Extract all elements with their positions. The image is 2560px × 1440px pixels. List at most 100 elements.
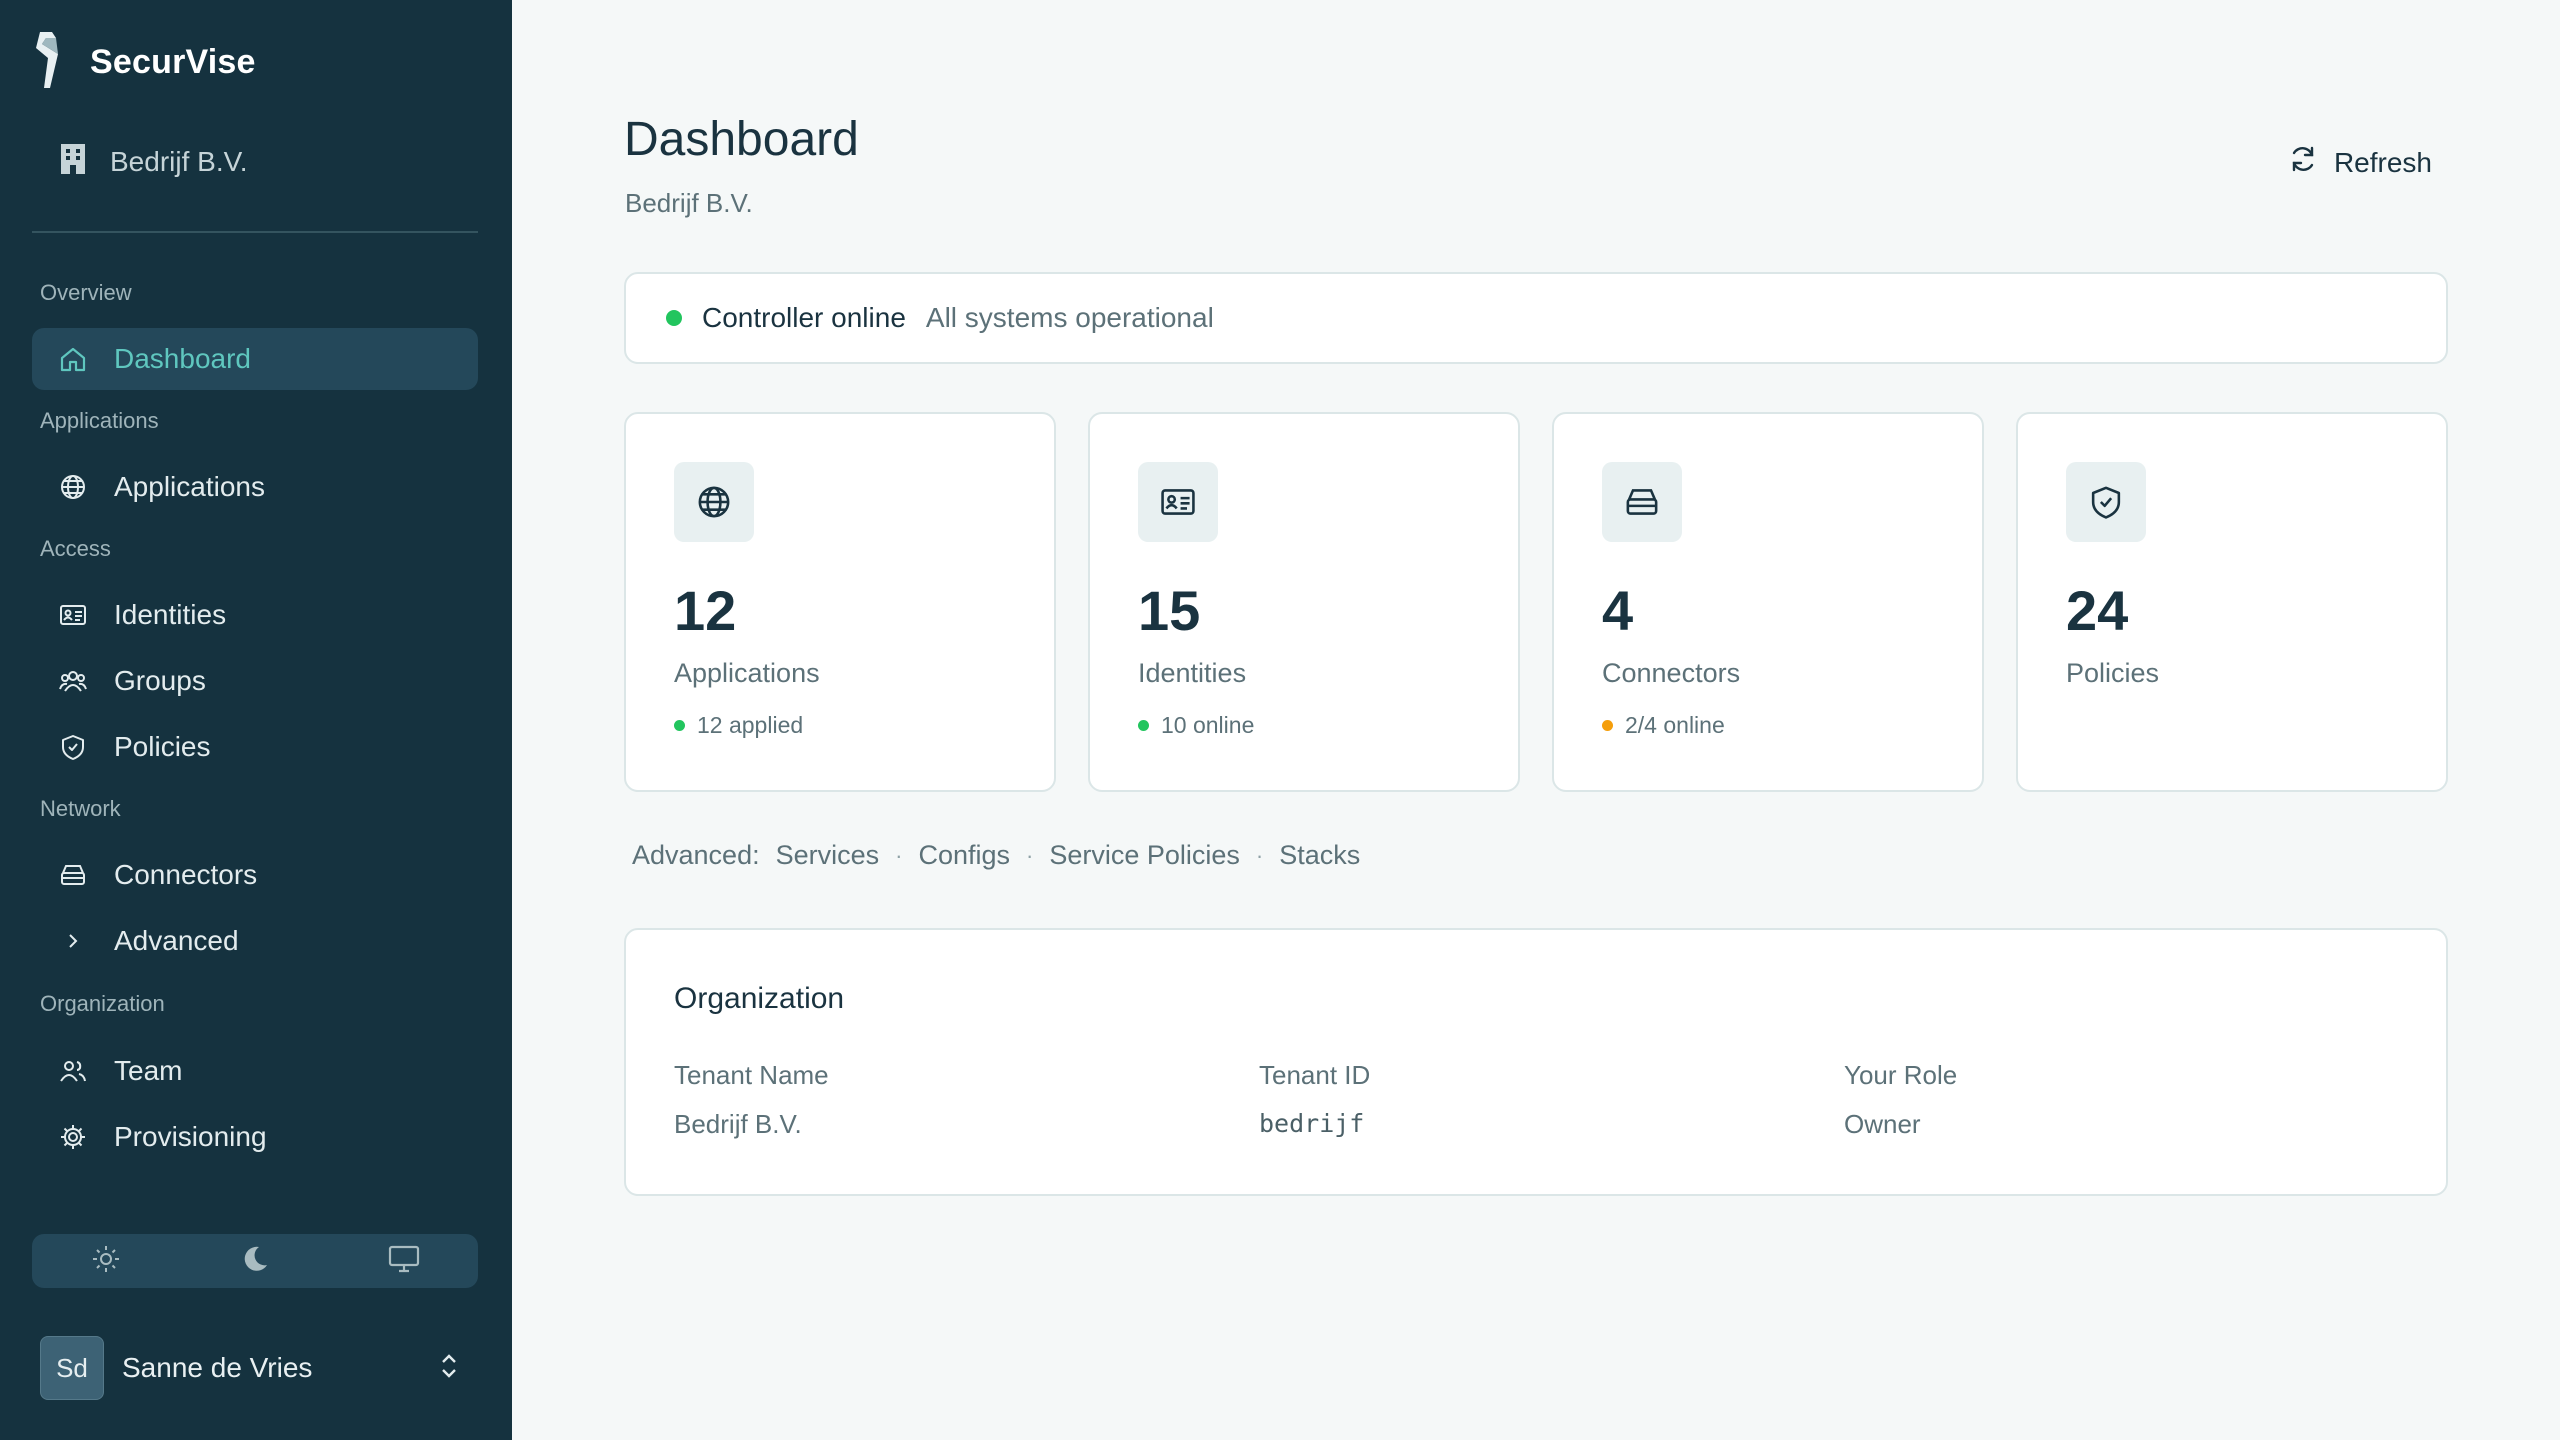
globe-icon (674, 462, 754, 542)
sidebar-item-team[interactable]: Team (32, 1040, 478, 1102)
server-icon (1602, 462, 1682, 542)
separator-dot: · (895, 842, 903, 868)
status-dot (1602, 720, 1613, 731)
globe-icon (58, 472, 88, 502)
brand[interactable]: SecurVise (32, 30, 256, 94)
logo-icon (32, 28, 66, 97)
nav-section-overview: Overview (40, 280, 132, 305)
shield-check-icon (2066, 462, 2146, 542)
stat-value: 24 (2066, 579, 2129, 642)
status-main: Controller online (702, 302, 906, 333)
sidebar-item-label: Groups (114, 665, 206, 696)
nav-section-access: Access (40, 536, 111, 561)
gear-icon (58, 1122, 88, 1152)
stat-card-connectors[interactable]: 4 Connectors 2/4 online (1552, 412, 1984, 792)
server-icon (58, 860, 88, 890)
stat-card-identities[interactable]: 15 Identities 10 online (1088, 412, 1520, 792)
sidebar-item-label: Team (114, 1055, 183, 1086)
stat-value: 12 (674, 579, 737, 642)
sidebar-item-label: Advanced (114, 925, 239, 956)
sidebar: SecurVise Bedrijf B.V. Overview Dashboar… (0, 0, 512, 1440)
organization-card: Organization Tenant Name Bedrijf B.V. Te… (624, 928, 2448, 1196)
building-icon (58, 142, 88, 181)
brand-name: SecurVise (90, 42, 256, 81)
sidebar-item-label: Provisioning (114, 1121, 267, 1152)
org-field-key: Tenant ID (1259, 1060, 1371, 1090)
theme-light-button[interactable] (32, 1234, 181, 1288)
org-field-your-role: Your Role Owner (1844, 1060, 1957, 1140)
sidebar-item-provisioning[interactable]: Provisioning (32, 1106, 478, 1168)
sidebar-item-connectors[interactable]: Connectors (32, 844, 478, 906)
advanced-label: Advanced: (632, 840, 760, 870)
sidebar-divider (32, 231, 478, 233)
org-field-tenant-name: Tenant Name Bedrijf B.V. (674, 1060, 829, 1140)
chevron-right-icon (58, 926, 88, 956)
theme-system-button[interactable] (329, 1234, 478, 1288)
advanced-link-service-policies[interactable]: Service Policies (1049, 840, 1240, 871)
page-title: Dashboard (624, 113, 859, 166)
stats-cards: 12 Applications 12 applied 15 Identities… (624, 412, 2448, 792)
org-field-tenant-id: Tenant ID bedrijf (1259, 1060, 1370, 1138)
page-subtitle: Bedrijf B.V. (625, 188, 753, 218)
stat-label: Applications (674, 658, 820, 688)
stat-meta-text: 2/4 online (1625, 712, 1725, 738)
stat-meta-text: 12 applied (697, 712, 804, 738)
shield-check-icon (58, 732, 88, 762)
theme-switcher (32, 1234, 478, 1288)
sidebar-item-label: Identities (114, 599, 227, 630)
users-icon (58, 666, 88, 696)
stat-card-applications[interactable]: 12 Applications 12 applied (624, 412, 1056, 792)
organization-title: Organization (674, 982, 845, 1015)
main-content: Dashboard Bedrijf B.V. Refresh Controlle… (512, 0, 2560, 1440)
sidebar-item-groups[interactable]: Groups (32, 650, 478, 712)
refresh-icon (2288, 144, 2318, 181)
org-field-value: bedrijf (1259, 1109, 1365, 1138)
stat-label: Connectors (1602, 658, 1741, 688)
tenant-name: Bedrijf B.V. (110, 145, 248, 177)
sidebar-item-label: Connectors (114, 859, 258, 890)
stat-label: Policies (2066, 658, 2160, 688)
status-dot (674, 720, 685, 731)
sidebar-item-advanced[interactable]: Advanced (32, 910, 478, 972)
avatar: Sd (40, 1336, 104, 1400)
advanced-links: Advanced: Services · Configs · Service P… (632, 840, 1360, 871)
sidebar-item-policies[interactable]: Policies (32, 716, 478, 778)
sidebar-item-label: Policies (114, 731, 211, 762)
user-menu[interactable]: Sd Sanne de Vries (40, 1336, 460, 1400)
tenant-switcher[interactable]: Bedrijf B.V. (58, 142, 247, 181)
separator-dot: · (1255, 842, 1264, 868)
refresh-label: Refresh (2333, 146, 2432, 178)
stat-meta: 2/4 online (1602, 712, 1725, 739)
theme-dark-button[interactable] (181, 1234, 330, 1288)
id-card-icon (1138, 462, 1218, 542)
advanced-link-services[interactable]: Services (776, 840, 880, 871)
org-field-key: Tenant Name (674, 1060, 829, 1090)
stat-value: 15 (1138, 579, 1201, 642)
sidebar-item-identities[interactable]: Identities (32, 584, 478, 646)
separator-dot: · (1026, 842, 1034, 868)
status-sub: All systems operational (925, 302, 1214, 333)
id-card-icon (58, 600, 88, 630)
status-dot (666, 310, 682, 326)
team-icon (58, 1056, 88, 1086)
sun-icon (91, 1244, 121, 1279)
status-dot (1138, 720, 1149, 731)
refresh-button[interactable]: Refresh (2288, 144, 2432, 181)
nav-section-applications: Applications (40, 408, 159, 433)
controller-status-bar: Controller online All systems operationa… (624, 272, 2448, 364)
sidebar-item-applications[interactable]: Applications (32, 456, 478, 518)
advanced-link-stacks[interactable]: Stacks (1279, 840, 1360, 871)
sidebar-item-label: Dashboard (114, 343, 251, 374)
stat-card-policies[interactable]: 24 Policies (2016, 412, 2448, 792)
stat-meta: 12 applied (674, 712, 803, 739)
home-icon (58, 344, 88, 374)
nav-section-organization: Organization (40, 991, 165, 1016)
advanced-link-configs[interactable]: Configs (918, 840, 1010, 871)
user-name: Sanne de Vries (122, 1352, 313, 1383)
stat-meta: 10 online (1138, 712, 1254, 739)
sidebar-item-label: Applications (114, 471, 265, 502)
stat-meta-text: 10 online (1161, 712, 1255, 738)
org-field-key: Your Role (1844, 1060, 1958, 1090)
chevron-up-down-icon (438, 1351, 460, 1386)
sidebar-item-dashboard[interactable]: Dashboard (32, 328, 478, 390)
